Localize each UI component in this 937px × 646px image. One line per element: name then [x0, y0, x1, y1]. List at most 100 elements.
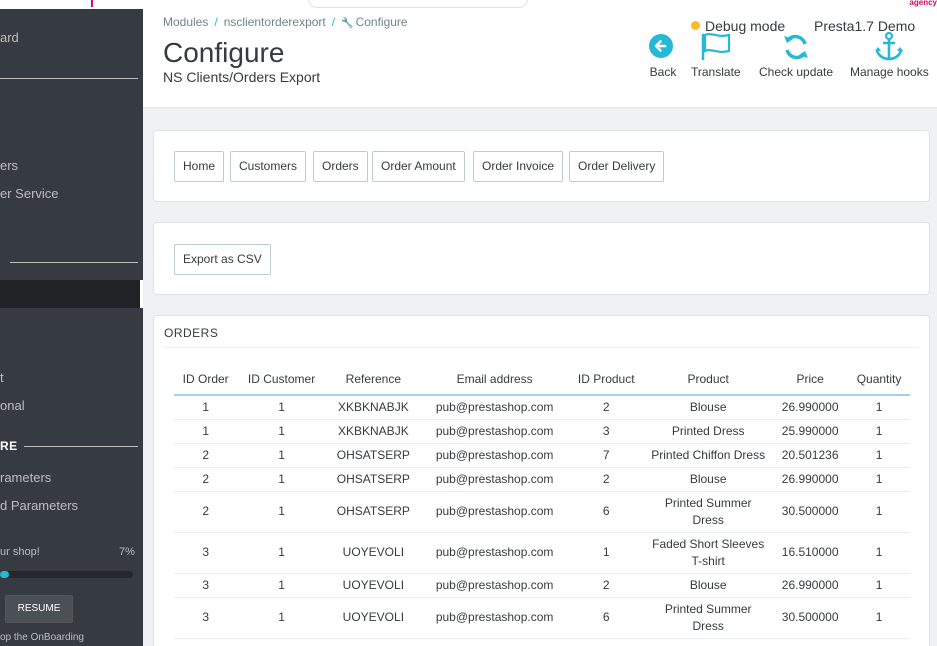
stop-onboarding-link[interactable]: op the OnBoarding	[0, 632, 84, 643]
onboarding-progress-fill	[0, 571, 10, 578]
table-row[interactable]: 2 1 OHSATSERP pub@prestashop.com 7 Printed Ch…	[174, 443, 910, 468]
breadcrumb-separator: /	[214, 15, 218, 29]
table-cell: 26.990000	[772, 395, 849, 420]
table-cell: 2	[568, 395, 645, 420]
sidebar-item-dashboard[interactable]: ard	[0, 30, 19, 45]
manage-hooks-button-label: Manage hooks	[850, 65, 929, 79]
check-update-button[interactable]: Check update	[759, 32, 833, 79]
column-header[interactable]: ID Order	[174, 364, 238, 396]
table-cell: Blouse	[644, 467, 773, 492]
table-cell: pub@prestashop.com	[420, 597, 569, 639]
nav-button-orders[interactable]: Orders	[313, 151, 368, 182]
table-cell: UOYEVOLI	[325, 532, 421, 574]
nav-button-order-amount[interactable]: Order Amount	[372, 151, 465, 182]
nav-button-order-delivery[interactable]: Order Delivery	[569, 151, 665, 182]
table-cell: 1	[237, 491, 326, 533]
panel-heading-divider	[164, 347, 919, 348]
table-cell: 1	[237, 395, 326, 420]
table-cell: 7	[568, 443, 645, 468]
table-cell: pub@prestashop.com	[420, 443, 569, 468]
export-panel: Export as CSV	[153, 222, 930, 295]
table-cell: UOYEVOLI	[325, 573, 421, 598]
breadcrumb: Modules / nsclientorderexport / 🔧 Configure	[163, 15, 408, 29]
search-input[interactable]	[308, 0, 528, 8]
table-cell: 30.500000	[772, 597, 849, 639]
orders-table: ID Order ID Customer Reference Email add…	[174, 364, 910, 639]
table-row[interactable]: 1 1 XKBKNABJK pub@prestashop.com 3 Printed Dr…	[174, 419, 910, 444]
table-cell: OHSATSERP	[325, 443, 421, 468]
column-header[interactable]: Quantity	[848, 364, 910, 396]
table-cell: Blouse	[644, 573, 773, 598]
nav-button-customers[interactable]: Customers	[230, 151, 307, 182]
manage-hooks-button[interactable]: Manage hooks	[850, 32, 929, 79]
active-indicator	[140, 280, 143, 308]
sidebar-item-customer-service[interactable]: er Service	[0, 186, 59, 201]
table-cell: Blouse	[644, 395, 773, 420]
table-cell: Faded Short Sleeves T-shirt	[644, 532, 773, 574]
check-update-button-label: Check update	[759, 65, 834, 79]
table-cell: 2	[568, 467, 645, 492]
back-button[interactable]: Back	[648, 32, 678, 79]
wrench-icon: 🔧	[341, 18, 354, 29]
page-subtitle: NS Clients/Orders Export	[163, 69, 321, 85]
table-row[interactable]: 3 1 UOYEVOLI pub@prestashop.com 2 Blouse 26.99…	[174, 573, 910, 598]
table-cell: pub@prestashop.com	[420, 573, 569, 598]
column-header[interactable]: ID Customer	[237, 364, 326, 396]
navigation-panel: Home Customers Orders Order Amount Order…	[153, 130, 930, 202]
nav-button-home[interactable]: Home	[174, 151, 225, 182]
translate-button[interactable]: Translate	[691, 32, 741, 79]
table-cell: 1	[237, 467, 326, 492]
table-cell: XKBKNABJK	[325, 395, 421, 420]
table-cell: OHSATSERP	[325, 491, 421, 533]
export-csv-button[interactable]: Export as CSV	[174, 244, 271, 275]
sidebar-item-shop-parameters[interactable]: rameters	[0, 470, 51, 485]
sidebar-divider	[0, 78, 138, 79]
back-button-label: Back	[649, 65, 677, 79]
table-cell: Printed Chiffon Dress	[644, 443, 773, 468]
column-header[interactable]: ID Product	[568, 364, 645, 396]
table-row[interactable]: 3 1 UOYEVOLI pub@prestashop.com 6 Printed Sum…	[174, 597, 910, 639]
table-cell: 2	[174, 467, 238, 492]
table-row[interactable]: 3 1 UOYEVOLI pub@prestashop.com 1 Faded Short…	[174, 532, 910, 574]
table-cell: pub@prestashop.com	[420, 491, 569, 533]
column-header[interactable]: Price	[772, 364, 849, 396]
sidebar-logo-area[interactable]: ı	[0, 0, 143, 10]
column-header[interactable]: Email address	[420, 364, 569, 396]
table-cell: 6	[568, 491, 645, 533]
sidebar-item-modules-active[interactable]	[0, 280, 143, 308]
flag-icon	[701, 33, 730, 60]
table-cell: pub@prestashop.com	[420, 532, 569, 574]
breadcrumb-item-module[interactable]: nsclientorderexport	[224, 15, 326, 29]
column-header[interactable]: Product	[644, 364, 773, 396]
table-row[interactable]: 2 1 OHSATSERP pub@prestashop.com 2 Blouse 26.9…	[174, 467, 910, 492]
table-cell: 3	[174, 597, 238, 639]
table-cell: Printed Summer Dress	[644, 597, 773, 639]
table-cell: 26.990000	[772, 573, 849, 598]
table-cell: 1	[848, 597, 910, 639]
sidebar-item-customers[interactable]: ers	[0, 158, 18, 173]
sidebar-section-configure: RE	[0, 439, 18, 453]
table-row[interactable]: 1 1 XKBKNABJK pub@prestashop.com 2 Blouse 26.9…	[174, 395, 910, 420]
table-cell: pub@prestashop.com	[420, 467, 569, 492]
breadcrumb-item-modules[interactable]: Modules	[163, 15, 208, 29]
table-row[interactable]: 2 1 OHSATSERP pub@prestashop.com 6 Printed Su…	[174, 491, 910, 533]
table-cell: 1	[848, 395, 910, 420]
page-header: Modules / nsclientorderexport / 🔧 Configure C…	[143, 0, 937, 108]
table-cell: 16.510000	[772, 532, 849, 574]
table-header-row: ID Order ID Customer Reference Email add…	[174, 364, 910, 396]
anchor-icon	[875, 32, 904, 61]
sidebar-item-advanced-parameters[interactable]: d Parameters	[0, 498, 78, 513]
sidebar-item-international-fragment[interactable]: t	[0, 370, 4, 385]
table-cell: 3	[568, 419, 645, 444]
table-cell: 2	[174, 491, 238, 533]
page-title: Configure	[163, 37, 285, 68]
column-header[interactable]: Reference	[325, 364, 421, 396]
table-cell: 25.990000	[772, 419, 849, 444]
sidebar-item-international[interactable]: onal	[0, 398, 25, 413]
nav-button-order-invoice[interactable]: Order Invoice	[473, 151, 564, 182]
table-cell: 3	[174, 532, 238, 574]
table-cell: pub@prestashop.com	[420, 395, 569, 420]
orders-panel: ORDERS ID Order ID Customer Reference Em…	[153, 315, 930, 646]
resume-button[interactable]: RESUME	[5, 595, 73, 623]
table-cell: 1	[848, 467, 910, 492]
